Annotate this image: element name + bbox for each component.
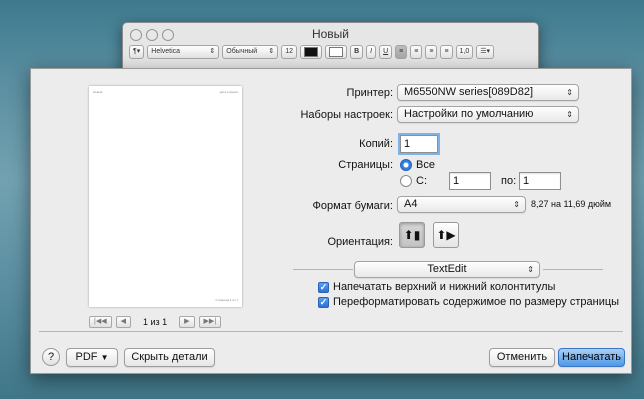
list-popup[interactable]: ☰▾ [476,45,495,59]
print-sheet: Новый дата и время Страница 1 из 1 |◀◀ ◀… [30,68,632,374]
bold-button[interactable]: B [350,45,364,59]
font-style-value: Обычный [226,48,258,55]
page-preview: Новый дата и время Страница 1 из 1 [89,86,242,307]
print-headers-label: Напечатать верхний и нижний колонтитулы [333,281,556,293]
align-left-button[interactable]: ≡ [395,45,408,59]
app-section-value: TextEdit [427,263,467,275]
text-color-button[interactable] [300,45,323,59]
printer-label: Принтер: [346,87,393,99]
paper-dimensions: 8,27 на 11,69 дюйм [531,199,612,209]
presets-label: Наборы настроек: [300,109,393,121]
popup-arrows-icon: ⇕ [566,110,573,119]
pages-label: Страницы: [338,159,393,171]
help-button[interactable]: ? [42,348,60,366]
pdf-menu-button[interactable]: PDF ▼ [66,348,118,367]
justify-button[interactable]: ≡ [440,45,453,59]
paper-size-popup[interactable]: A4 ⇕ [397,196,526,213]
pages-to-label: по: [501,175,517,187]
preview-header-left: Новый [93,90,103,94]
preview-footer: Страница 1 из 1 [215,298,239,302]
section-divider-right [543,269,603,270]
pages-range-radio[interactable] [400,175,412,187]
align-right-button[interactable]: ≡ [425,45,438,59]
pages-all-radio[interactable] [400,159,412,171]
preview-navigation: |◀◀ ◀ 1 из 1 ▶ ▶▶| [89,316,222,328]
landscape-orientation-icon[interactable]: ⬆▶ [433,222,459,248]
chevron-down-icon: ▼ [100,353,109,362]
pages-to-field[interactable]: 1 [519,172,561,190]
rewrap-contents-checkbox[interactable]: ✓ [318,297,329,308]
italic-button[interactable]: I [366,45,377,59]
presets-popup[interactable]: Настройки по умолчанию ⇕ [397,106,579,123]
line-spacing-popup[interactable]: 1,0 [455,45,474,59]
underline-button[interactable]: U [379,45,393,59]
print-button[interactable]: Напечатать [558,348,625,367]
window-title: Новый [311,27,350,41]
format-toolbar: ¶▾ Helvetica ⇕ Обычный ⇕ 12 B I U ≡ ≡ ≡ ≡ … [129,45,495,59]
section-divider-left [293,269,353,270]
pdf-label: PDF [75,351,98,363]
pages-from-label: С: [416,175,427,187]
font-family-popup[interactable]: Helvetica ⇕ [147,45,220,59]
previous-page-button[interactable]: ◀ [115,316,131,328]
copies-field[interactable]: 1 [400,135,438,153]
font-family-value: Helvetica [151,48,181,55]
page-indicator: 1 из 1 [142,317,168,327]
popup-arrows-icon: ⇕ [566,88,573,97]
preview-header-right: дата и время [219,90,238,94]
orientation-label: Ориентация: [327,236,393,248]
hide-details-button[interactable]: Скрыть детали [124,348,215,367]
printer-popup[interactable]: M6550NW series[089D82] ⇕ [397,84,579,101]
first-page-button[interactable]: |◀◀ [89,316,112,328]
popup-arrows-icon: ⇕ [513,200,520,209]
rewrap-contents-label: Переформатировать содержимое по размеру … [333,296,620,308]
copies-label: Копий: [359,138,393,150]
highlight-color-button[interactable] [325,45,348,59]
portrait-orientation-icon[interactable]: ⬆▮ [399,222,425,248]
font-size-field[interactable]: 12 [281,45,298,59]
font-size-value: 12 [285,48,294,55]
font-style-popup[interactable]: Обычный ⇕ [222,45,279,59]
align-center-button[interactable]: ≡ [410,45,423,59]
app-section-popup[interactable]: TextEdit ⇕ [354,261,540,278]
paragraph-style-button[interactable]: ¶▾ [129,45,145,59]
print-headers-checkbox[interactable]: ✓ [318,282,329,293]
footer-divider [39,331,623,332]
presets-value: Настройки по умолчанию [404,108,534,120]
last-page-button[interactable]: ▶▶| [198,316,222,328]
pages-all-label: Все [416,159,435,171]
cancel-button[interactable]: Отменить [489,348,555,367]
paper-size-label: Формат бумаги: [312,200,393,212]
paper-size-value: A4 [404,198,418,210]
popup-arrows-icon: ⇕ [527,265,534,274]
next-page-button[interactable]: ▶ [179,316,195,328]
pages-from-field[interactable]: 1 [449,172,491,190]
printer-value: M6550NW series[089D82] [404,86,534,98]
